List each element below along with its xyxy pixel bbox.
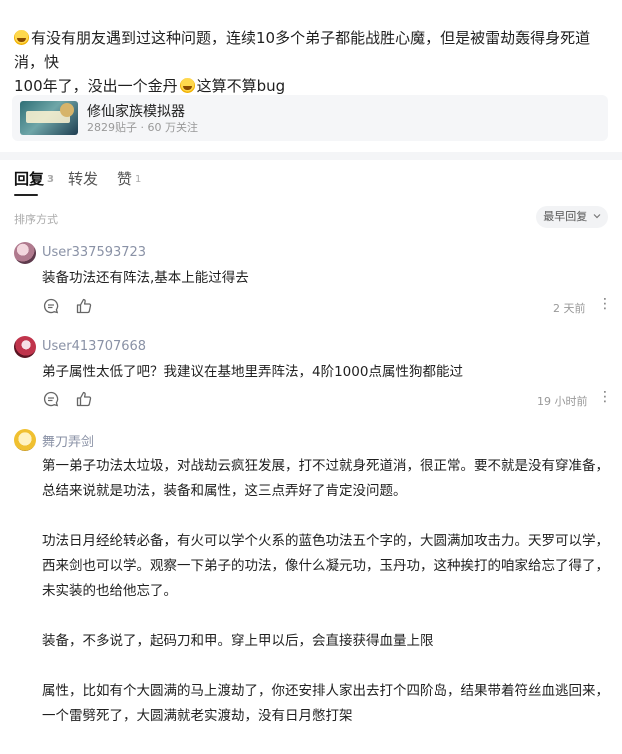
comment-icon[interactable] <box>42 390 60 408</box>
tab-reposts-label: 转发 <box>68 170 99 188</box>
tab-reposts[interactable]: 转发 <box>68 168 98 189</box>
forum-thumbnail <box>20 101 78 135</box>
comment-time: 19 小时前 <box>537 395 588 408</box>
sort-label: 排序方式 <box>14 213 58 226</box>
comment-paragraph: 功法日月经纶转必备，有火可以学个火系的蓝色功法五个字的，大圆满加攻击力。天罗可以… <box>42 533 609 599</box>
post-line-2a: 100年了，没出一个金丹 <box>14 77 178 95</box>
active-tab-indicator <box>14 194 38 196</box>
forum-name: 修仙家族模拟器 <box>87 104 185 120</box>
more-vertical-icon[interactable]: ⋮ <box>598 296 612 312</box>
chevron-down-icon <box>593 214 601 219</box>
grinning-sweat-emoji-icon <box>179 78 195 93</box>
tab-replies-label: 回复 <box>14 170 45 188</box>
forum-card[interactable]: 修仙家族模拟器 2829贴子 · 60 万关注 <box>12 95 608 141</box>
thumbs-up-icon[interactable] <box>75 297 93 315</box>
comment-body: 第一弟子功法太垃圾，对战劫云疯狂发展，打不过就身死道消，很正常。要不就是没有穿准… <box>42 454 612 754</box>
tab-likes-label: 赞 <box>117 170 133 188</box>
tab-replies-count: 3 <box>47 174 54 185</box>
tab-likes-count: 1 <box>135 174 142 185</box>
sort-dropdown[interactable]: 最早回复 <box>536 206 608 228</box>
tab-likes[interactable]: 赞1 <box>117 168 141 189</box>
post-line-1: 有没有朋友遇到过这种问题，连续10多个弟子都能战胜心魔，但是被雷劫轰得身死道消，… <box>14 29 591 71</box>
post-body: 有没有朋友遇到过这种问题，连续10多个弟子都能战胜心魔，但是被雷劫轰得身死道消，… <box>14 26 610 98</box>
avatar[interactable] <box>14 242 36 264</box>
comment-paragraph: 装备，不多说了，起码刀和甲。穿上甲以后，会直接获得血量上限 <box>42 633 434 649</box>
post-line-2b: 这算不算bug <box>196 77 286 95</box>
comment-time: 2 天前 <box>553 302 586 315</box>
comment-body: 弟子属性太低了吧？我建议在基地里弄阵法，4阶1000点属性狗都能过 <box>42 360 612 385</box>
comment-username[interactable]: User337593723 <box>42 245 146 260</box>
comment-username[interactable]: 舞刀弄剑 <box>42 431 94 450</box>
comment-paragraph: 属性，比如有个大圆满的马上渡劫了，你还安排人家出去打个四阶岛，结果带着符丝血逃回… <box>42 683 609 724</box>
comment-text: 弟子属性太低了吧？我建议在基地里弄阵法，4阶1000点属性狗都能过 <box>42 364 463 380</box>
comment-icon[interactable] <box>42 297 60 315</box>
sort-value: 最早回复 <box>543 210 588 223</box>
thumbs-up-icon[interactable] <box>75 390 93 408</box>
avatar[interactable] <box>14 429 36 451</box>
more-vertical-icon[interactable]: ⋮ <box>598 389 612 405</box>
comment-text: 装备功法还有阵法,基本上能过得去 <box>42 270 249 286</box>
comment-paragraph: 第一弟子功法太垃圾，对战劫云疯狂发展，打不过就身死道消，很正常。要不就是没有穿准… <box>42 458 609 499</box>
grinning-sweat-emoji-icon <box>14 30 29 45</box>
tab-replies[interactable]: 回复 3 <box>14 168 54 189</box>
tab-bar: 回复 3 转发 赞1 <box>0 168 622 198</box>
forum-stats: 2829贴子 · 60 万关注 <box>87 121 198 134</box>
comment-username[interactable]: User413707668 <box>42 339 146 354</box>
comment-body: 装备功法还有阵法,基本上能过得去 <box>42 266 612 291</box>
section-divider <box>0 152 622 160</box>
avatar[interactable] <box>14 336 36 358</box>
